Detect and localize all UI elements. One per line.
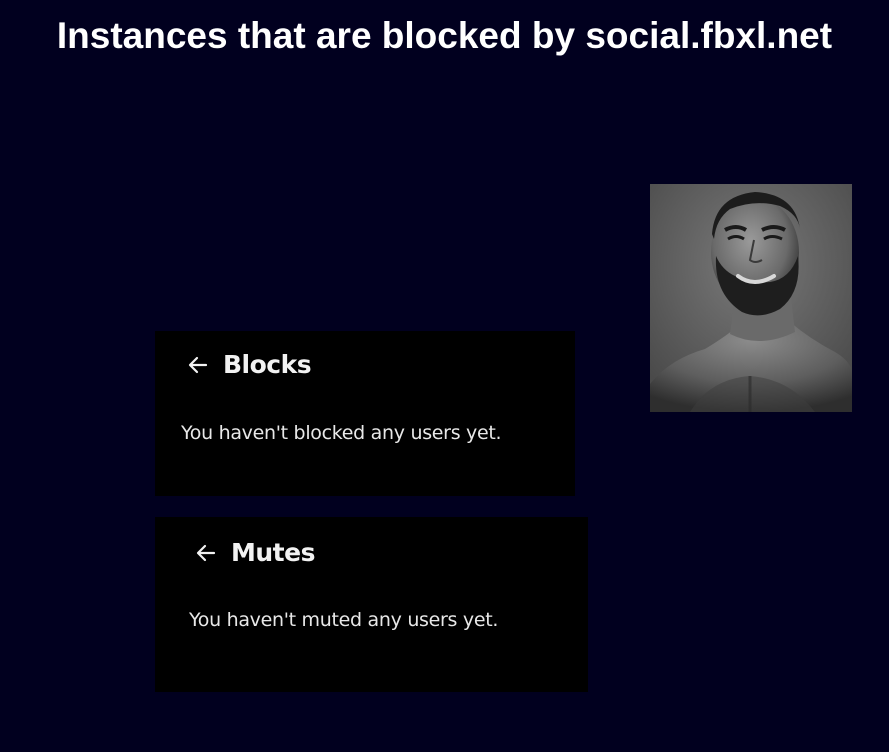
blocks-back-button[interactable] — [185, 352, 211, 378]
mutes-heading: Mutes — [231, 538, 315, 567]
blocks-heading: Blocks — [223, 350, 312, 379]
mutes-back-button[interactable] — [193, 540, 219, 566]
blocks-panel: Blocks You haven't blocked any users yet… — [155, 331, 575, 496]
mutes-empty-message: You haven't muted any users yet. — [189, 609, 499, 631]
profile-photo — [650, 184, 852, 412]
bearded-man-photo-icon — [650, 184, 852, 412]
mutes-panel: Mutes You haven't muted any users yet. — [155, 517, 588, 692]
arrow-left-icon — [196, 544, 216, 562]
blocks-empty-message: You haven't blocked any users yet. — [181, 422, 502, 444]
mutes-header: Mutes — [193, 537, 315, 569]
arrow-left-icon — [188, 356, 208, 374]
page-title: Instances that are blocked by social.fbx… — [56, 15, 833, 56]
blocks-header: Blocks — [185, 349, 312, 381]
